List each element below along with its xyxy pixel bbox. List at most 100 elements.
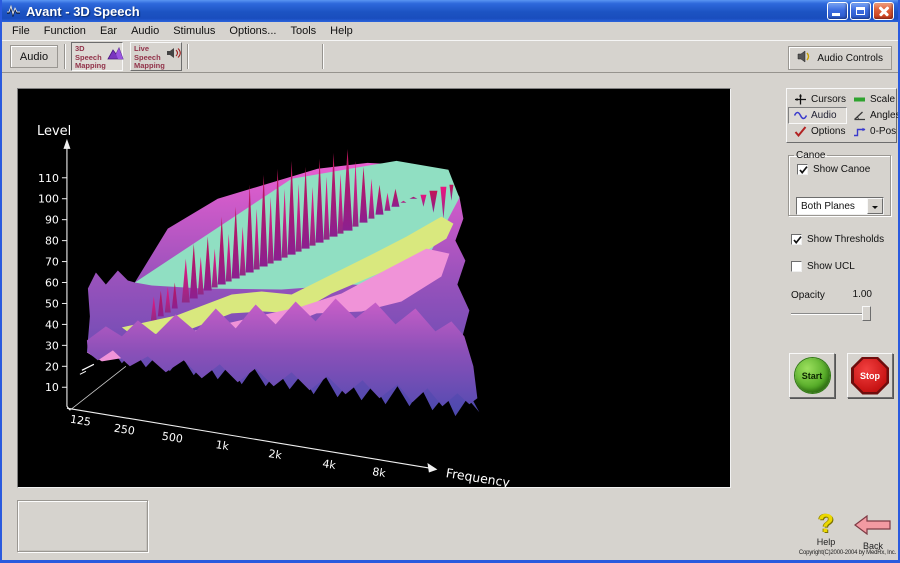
show-ucl-checkbox[interactable]: Show UCL [791, 261, 855, 272]
stop-button[interactable]: Stop [847, 353, 893, 398]
start-circle-icon: Start [795, 358, 830, 393]
menu-item-tools[interactable]: Tools [283, 23, 323, 39]
svg-text:60: 60 [45, 277, 59, 290]
svg-text:10: 10 [45, 381, 59, 394]
opacity-slider-thumb[interactable] [862, 306, 871, 321]
panel-button-label: Audio [811, 110, 837, 121]
stop-label: Stop [860, 371, 880, 381]
svg-text:125: 125 [69, 413, 92, 429]
panel-button-audio[interactable]: Audio [788, 107, 847, 123]
panel-button-label: Cursors [811, 94, 846, 105]
close-button[interactable] [873, 2, 894, 20]
chart-3d-speech-surface[interactable]: 110 100 90 80 70 60 50 40 30 20 10 Level 125 250 500… [17, 88, 731, 488]
svg-text:80: 80 [45, 235, 59, 248]
maximize-button[interactable] [850, 2, 871, 20]
panel-button-cursors[interactable]: Cursors [788, 91, 847, 107]
checkbox-box[interactable] [797, 164, 808, 175]
speech-mapping-3d-label: 3D Speech Mapping [75, 45, 106, 71]
svg-text:250: 250 [113, 422, 136, 438]
audio-button[interactable]: Audio [10, 45, 58, 68]
toolbar-separator [64, 44, 66, 69]
zero-pos-icon [853, 126, 866, 137]
svg-text:40: 40 [45, 318, 59, 331]
audio-controls-label: Audio Controls [817, 53, 883, 64]
show-canoe-checkbox[interactable]: Show Canoe [797, 164, 890, 175]
svg-text:4k: 4k [322, 457, 338, 472]
menu-item-ear[interactable]: Ear [93, 23, 124, 39]
panel-button-label: Angles [870, 110, 900, 121]
speech-mapping-3d-button[interactable]: 3D Speech Mapping [71, 42, 123, 71]
opacity-label: Opacity [791, 290, 825, 301]
toolbar-separator [322, 44, 324, 69]
svg-text:8k: 8k [371, 465, 387, 480]
back-arrow-icon [854, 515, 892, 535]
show-canoe-label: Show Canoe [813, 164, 870, 175]
window-controls [827, 2, 894, 20]
menu-item-function[interactable]: Function [37, 23, 93, 39]
menu-item-audio[interactable]: Audio [124, 23, 166, 39]
speaker-icon [166, 47, 181, 63]
stop-octagon-icon: Stop [851, 357, 889, 395]
show-thresholds-checkbox[interactable]: Show Thresholds [791, 234, 884, 245]
minimize-button[interactable] [827, 2, 848, 20]
options-check-icon [794, 126, 807, 137]
menu-item-file[interactable]: File [5, 23, 37, 39]
toolbar-separator [187, 44, 189, 69]
start-button[interactable]: Start [789, 353, 835, 398]
planes-dropdown[interactable]: Both Planes [796, 197, 884, 215]
level-axis: 110 100 90 80 70 60 50 40 30 20 10 Level [37, 124, 71, 410]
svg-text:110: 110 [38, 172, 59, 185]
help-button[interactable]: ? Help [808, 510, 844, 547]
panel-button-angles[interactable]: Angles [847, 107, 900, 123]
planes-dropdown-value: Both Planes [797, 198, 867, 214]
opacity-slider[interactable] [791, 306, 873, 322]
app-window: Avant - 3D Speech FileFunctionEarAudioSt… [0, 0, 900, 563]
depth-axis [70, 364, 126, 410]
dropdown-arrow-button[interactable] [867, 198, 883, 214]
checkbox-box[interactable] [791, 234, 802, 245]
bottom-left-panel [17, 500, 148, 552]
panel-button-scale[interactable]: Scale [847, 91, 900, 107]
panel-button-0-pos[interactable]: 0-Pos [847, 124, 900, 140]
level-axis-title: Level [37, 124, 71, 139]
panel-button-options[interactable]: Options [788, 124, 847, 140]
live-speech-mapping-label: Live Speech Mapping [134, 45, 165, 71]
angles-icon [853, 110, 866, 121]
chevron-down-icon [872, 206, 878, 212]
start-label: Start [802, 371, 823, 381]
mountain-surface-icon [107, 47, 124, 63]
frequency-axis-title: Frequency [445, 465, 511, 487]
app-icon [6, 4, 21, 19]
main-area: 110 100 90 80 70 60 50 40 30 20 10 Level 125 250 500… [2, 73, 898, 560]
maximize-icon [856, 7, 865, 15]
menu-item-help[interactable]: Help [323, 23, 360, 39]
back-button[interactable]: Back [851, 515, 895, 551]
checkbox-box[interactable] [791, 261, 802, 272]
menu-bar: FileFunctionEarAudioStimulusOptions...To… [2, 22, 898, 40]
svg-text:50: 50 [45, 297, 59, 310]
help-question-icon: ? [808, 510, 844, 536]
title-bar: Avant - 3D Speech [2, 0, 898, 22]
canoe-group-title: Canoe [794, 150, 827, 161]
scale-icon [853, 94, 866, 105]
svg-text:100: 100 [38, 193, 59, 206]
svg-text:30: 30 [45, 339, 59, 352]
svg-text:1k: 1k [215, 438, 231, 453]
svg-text:90: 90 [45, 214, 59, 227]
svg-text:70: 70 [45, 256, 59, 269]
copyright-text: Copyright(C)2000-2004 by MedRx, Inc. [799, 550, 896, 556]
menu-item-stimulus[interactable]: Stimulus [166, 23, 222, 39]
slider-track [791, 313, 871, 315]
svg-text:500: 500 [161, 430, 184, 446]
panel-button-label: Scale [870, 94, 895, 105]
panel-button-label: 0-Pos [870, 126, 896, 137]
speaker-icon [797, 49, 811, 67]
menu-item-options[interactable]: Options... [222, 23, 283, 39]
show-ucl-label: Show UCL [807, 261, 855, 272]
panel-button-label: Options [811, 126, 845, 137]
window-title: Avant - 3D Speech [26, 4, 822, 19]
svg-text:20: 20 [45, 360, 59, 373]
live-speech-mapping-button[interactable]: Live Speech Mapping [130, 42, 182, 71]
help-label: Help [808, 537, 844, 547]
audio-controls-button[interactable]: Audio Controls [788, 46, 892, 70]
